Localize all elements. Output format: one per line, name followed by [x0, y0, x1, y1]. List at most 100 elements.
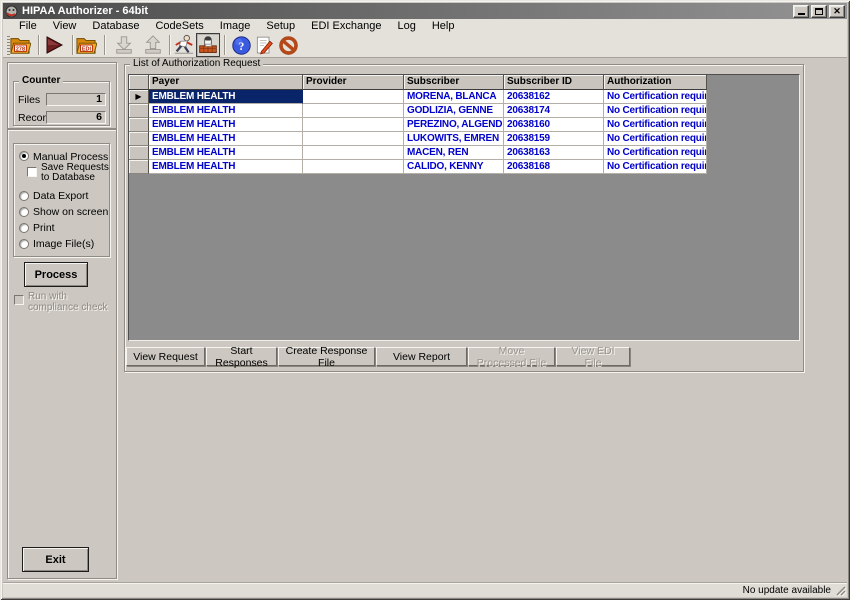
- row-selector[interactable]: ▶: [129, 90, 149, 104]
- run-process-button[interactable]: [172, 33, 196, 57]
- maximize-button[interactable]: [811, 5, 827, 18]
- cell-subscriber[interactable]: MORENA, BLANCA: [404, 90, 504, 104]
- table-row[interactable]: ▶ EMBLEM HEALTH MORENA, BLANCA 20638162 …: [129, 90, 799, 104]
- help-button[interactable]: ?: [229, 33, 253, 57]
- running-person-icon: [173, 34, 195, 56]
- create-response-file-button[interactable]: Create Response File: [278, 347, 375, 366]
- cell-subscriber[interactable]: PEREZINO, ALGENDRO: [404, 118, 504, 132]
- cell-subscriber[interactable]: CALIDO, KENNY: [404, 160, 504, 174]
- menu-image[interactable]: Image: [212, 20, 259, 32]
- resize-grip[interactable]: [835, 585, 846, 596]
- menu-file[interactable]: File: [11, 20, 45, 32]
- cell-payer[interactable]: EMBLEM HEALTH: [149, 118, 303, 132]
- cell-provider[interactable]: [303, 90, 404, 104]
- cell-provider[interactable]: [303, 160, 404, 174]
- cell-payer[interactable]: EMBLEM HEALTH: [149, 132, 303, 146]
- cell-payer[interactable]: EMBLEM HEALTH: [149, 146, 303, 160]
- open-edi-file-button[interactable]: EDI: [74, 33, 98, 57]
- table-row[interactable]: EMBLEM HEALTH MACEN, REN 20638163 No Cer…: [129, 146, 799, 160]
- radio-print[interactable]: [19, 223, 29, 233]
- stop-button[interactable]: [276, 33, 300, 57]
- minimize-button[interactable]: [793, 5, 809, 18]
- radio-show-on-screen[interactable]: [19, 207, 29, 217]
- header-payer[interactable]: Payer: [149, 75, 303, 90]
- process-button[interactable]: Process: [24, 262, 88, 287]
- radio-manual-process[interactable]: [19, 151, 29, 161]
- cell-subscriber-id[interactable]: 20638160: [504, 118, 604, 132]
- header-provider[interactable]: Provider: [303, 75, 404, 90]
- view-request-button[interactable]: View Request: [126, 347, 205, 366]
- header-subscriber-id[interactable]: Subscriber ID: [504, 75, 604, 90]
- records-count-field: 6: [46, 111, 106, 124]
- folder-edi-icon: EDI: [75, 35, 97, 55]
- header-authorization[interactable]: Authorization: [604, 75, 707, 90]
- cell-subscriber[interactable]: LUKOWITS, EMREN: [404, 132, 504, 146]
- cell-payer[interactable]: EMBLEM HEALTH: [149, 90, 303, 104]
- table-row[interactable]: EMBLEM HEALTH GODLIZIA, GENNE 20638174 N…: [129, 104, 799, 118]
- toolbar: 278 EDI: [3, 33, 847, 58]
- cell-provider[interactable]: [303, 132, 404, 146]
- row-selector[interactable]: [129, 146, 149, 160]
- open-278-file-button[interactable]: 278: [8, 33, 32, 57]
- table-row[interactable]: EMBLEM HEALTH LUKOWITS, EMREN 20638159 N…: [129, 132, 799, 146]
- cell-provider[interactable]: [303, 118, 404, 132]
- header-row-selector: [129, 75, 149, 90]
- cell-payer[interactable]: EMBLEM HEALTH: [149, 160, 303, 174]
- status-text: No update available: [743, 585, 831, 596]
- cell-authorization[interactable]: No Certification required: [604, 90, 707, 104]
- menu-edi-exchange[interactable]: EDI Exchange: [303, 20, 389, 32]
- checkbox-save-requests-label[interactable]: Save Requeststo Database: [41, 163, 109, 183]
- cell-authorization[interactable]: No Certification required: [604, 118, 707, 132]
- log-button[interactable]: [252, 33, 276, 57]
- title-bar[interactable]: HIPAA Authorizer - 64bit ✕: [3, 3, 847, 19]
- cell-authorization[interactable]: No Certification required: [604, 104, 707, 118]
- cell-provider[interactable]: [303, 146, 404, 160]
- menu-view[interactable]: View: [45, 20, 85, 32]
- download-file-button: [112, 33, 136, 57]
- menu-codesets[interactable]: CodeSets: [147, 20, 211, 32]
- radio-image-files[interactable]: [19, 239, 29, 249]
- checkbox-save-requests[interactable]: [27, 167, 37, 177]
- table-row[interactable]: EMBLEM HEALTH CALIDO, KENNY 20638168 No …: [129, 160, 799, 174]
- view-report-button[interactable]: View Report: [376, 347, 467, 366]
- maximize-icon: [815, 8, 823, 15]
- cell-provider[interactable]: [303, 104, 404, 118]
- row-selector[interactable]: [129, 132, 149, 146]
- cell-subscriber[interactable]: MACEN, REN: [404, 146, 504, 160]
- start-responses-button[interactable]: Start Responses: [206, 347, 277, 366]
- radio-show-on-screen-label[interactable]: Show on screen: [33, 206, 108, 218]
- cell-authorization[interactable]: No Certification required: [604, 132, 707, 146]
- svg-text:?: ?: [238, 40, 244, 52]
- cell-authorization[interactable]: No Certification required: [604, 146, 707, 160]
- menu-database[interactable]: Database: [84, 20, 147, 32]
- row-selector[interactable]: [129, 104, 149, 118]
- row-selector[interactable]: [129, 160, 149, 174]
- cell-subscriber-id[interactable]: 20638162: [504, 90, 604, 104]
- counter-title: Counter: [19, 75, 63, 86]
- menu-setup[interactable]: Setup: [258, 20, 303, 32]
- menu-help[interactable]: Help: [424, 20, 463, 32]
- cell-subscriber-id[interactable]: 20638168: [504, 160, 604, 174]
- exit-button[interactable]: Exit: [22, 547, 89, 572]
- cell-subscriber-id[interactable]: 20638159: [504, 132, 604, 146]
- cell-subscriber-id[interactable]: 20638163: [504, 146, 604, 160]
- minimize-icon: [798, 13, 805, 15]
- menu-log[interactable]: Log: [389, 20, 423, 32]
- authorization-grid[interactable]: Payer Provider Subscriber Subscriber ID …: [128, 74, 800, 341]
- cell-subscriber-id[interactable]: 20638174: [504, 104, 604, 118]
- header-subscriber[interactable]: Subscriber: [404, 75, 504, 90]
- close-button[interactable]: ✕: [829, 5, 845, 18]
- table-row[interactable]: EMBLEM HEALTH PEREZINO, ALGENDRO 2063816…: [129, 118, 799, 132]
- radio-image-files-label[interactable]: Image File(s): [33, 238, 94, 250]
- authorizer-button[interactable]: [196, 33, 220, 57]
- radio-data-export[interactable]: [19, 191, 29, 201]
- row-selector[interactable]: [129, 118, 149, 132]
- radio-print-label[interactable]: Print: [33, 222, 55, 234]
- process-button-toolbar[interactable]: [42, 33, 66, 57]
- cell-authorization[interactable]: No Certification required: [604, 160, 707, 174]
- cell-payer[interactable]: EMBLEM HEALTH: [149, 104, 303, 118]
- close-icon: ✕: [833, 7, 841, 16]
- app-window: HIPAA Authorizer - 64bit ✕ File View Dat…: [0, 0, 850, 600]
- radio-data-export-label[interactable]: Data Export: [33, 190, 88, 202]
- cell-subscriber[interactable]: GODLIZIA, GENNE: [404, 104, 504, 118]
